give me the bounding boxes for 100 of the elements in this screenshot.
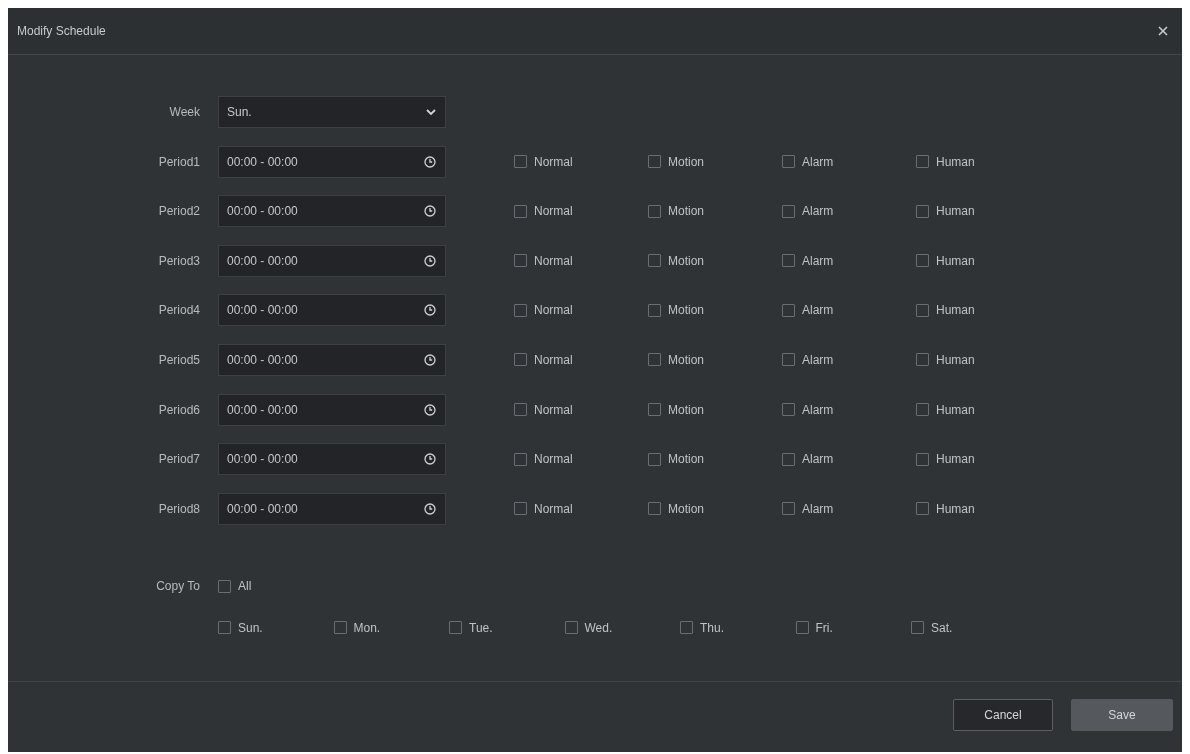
checkbox[interactable]	[916, 502, 929, 516]
checkbox[interactable]	[648, 353, 661, 367]
close-icon	[1158, 26, 1168, 36]
checkbox-label: Wed.	[584, 620, 613, 635]
checkbox-label: Human	[936, 501, 975, 516]
checkbox[interactable]	[449, 621, 462, 635]
checkbox-label: Human	[936, 352, 975, 367]
checkbox-label: Motion	[668, 452, 705, 467]
checkbox-label: Alarm	[802, 154, 834, 169]
checkbox-label: Alarm	[802, 303, 834, 318]
checkbox[interactable]	[916, 403, 929, 417]
checkbox[interactable]	[514, 155, 527, 169]
clock-icon	[424, 453, 436, 466]
checkbox-label: Fri.	[815, 620, 833, 635]
checkbox-label: Sat.	[931, 620, 953, 635]
week-dropdown[interactable]: Sun.	[218, 96, 446, 128]
checkbox-label: Alarm	[802, 452, 834, 467]
clock-icon	[424, 502, 436, 515]
checkbox[interactable]	[916, 204, 929, 218]
time-range-field[interactable]: 00:00 - 00:00	[218, 145, 446, 178]
checkbox-label: Motion	[668, 154, 705, 169]
checkbox[interactable]	[782, 303, 795, 317]
checkbox[interactable]	[514, 303, 527, 317]
checkbox[interactable]	[333, 621, 347, 635]
copy-to-label: Copy To	[155, 579, 200, 594]
time-range-field[interactable]: 00:00 - 00:00	[218, 294, 446, 327]
clock-icon	[424, 304, 436, 317]
checkbox[interactable]	[782, 254, 795, 268]
checkbox-label: Normal	[534, 501, 573, 516]
checkbox[interactable]	[648, 502, 661, 516]
checkbox[interactable]	[218, 621, 231, 635]
checkbox[interactable]	[514, 452, 527, 466]
checkbox-label: Motion	[668, 402, 705, 417]
clock-icon	[424, 353, 436, 366]
checkbox-label: Human	[936, 303, 975, 318]
dialog-title: Modify Schedule	[17, 24, 106, 38]
chevron-down-icon	[426, 109, 436, 115]
checkbox-label: Normal	[534, 303, 573, 318]
checkbox[interactable]	[680, 621, 693, 635]
cancel-button[interactable]: Cancel	[953, 699, 1053, 731]
checkbox-label: Human	[936, 452, 975, 467]
time-range-field[interactable]: 00:00 - 00:00	[218, 195, 446, 228]
checkbox-label: Motion	[668, 253, 705, 268]
checkbox[interactable]	[916, 303, 929, 317]
period-label: Period2	[157, 204, 200, 219]
checkbox-label: Thu.	[700, 620, 724, 635]
checkbox[interactable]	[648, 452, 661, 466]
checkbox[interactable]	[782, 502, 795, 516]
checkbox-label: Normal	[534, 204, 573, 219]
checkbox[interactable]	[916, 353, 929, 367]
checkbox[interactable]	[514, 353, 527, 367]
checkbox-label: Normal	[534, 352, 573, 367]
checkbox-label: Normal	[534, 402, 573, 417]
time-range-field[interactable]: 00:00 - 00:00	[218, 492, 446, 525]
checkbox[interactable]	[782, 452, 795, 466]
checkbox-label: Normal	[534, 154, 573, 169]
checkbox[interactable]	[514, 502, 527, 516]
checkbox[interactable]	[648, 303, 661, 317]
save-button[interactable]: Save	[1071, 699, 1173, 731]
checkbox[interactable]	[795, 621, 809, 635]
checkbox[interactable]	[782, 403, 795, 417]
checkbox-label: Motion	[668, 501, 705, 516]
period-label: Period8	[157, 501, 200, 516]
checkbox-label: Normal	[534, 452, 573, 467]
checkbox[interactable]	[782, 204, 795, 218]
checkbox-label: All	[238, 579, 252, 594]
checkbox-label: Normal	[534, 253, 573, 268]
checkbox-label: Alarm	[802, 204, 834, 219]
checkbox-label: Alarm	[802, 253, 834, 268]
checkbox-label: Mon.	[353, 620, 381, 635]
time-range-field[interactable]: 00:00 - 00:00	[218, 443, 446, 476]
week-label: Week	[168, 105, 200, 119]
period-label: Period4	[157, 303, 200, 318]
checkbox[interactable]	[514, 403, 527, 417]
checkbox[interactable]	[648, 254, 661, 268]
checkbox[interactable]	[564, 621, 578, 635]
checkbox[interactable]	[916, 254, 929, 268]
checkbox[interactable]	[911, 621, 924, 635]
period-label: Period3	[157, 253, 200, 268]
checkbox[interactable]	[514, 204, 527, 218]
checkbox[interactable]	[916, 155, 929, 169]
checkbox-label: Human	[936, 204, 975, 219]
checkbox[interactable]	[514, 254, 527, 268]
checkbox-label: Motion	[668, 303, 705, 318]
time-range-field[interactable]: 00:00 - 00:00	[218, 393, 446, 426]
time-range-field[interactable]: 00:00 - 00:00	[218, 244, 446, 277]
checkbox-label: Human	[936, 154, 975, 169]
time-range-field[interactable]: 00:00 - 00:00	[218, 343, 446, 376]
checkbox[interactable]	[218, 579, 231, 593]
checkbox[interactable]	[782, 155, 795, 169]
checkbox-label: Motion	[668, 204, 705, 219]
checkbox-label: Motion	[668, 352, 705, 367]
checkbox[interactable]	[648, 155, 661, 169]
checkbox-label: Sun.	[238, 620, 263, 635]
period-label: Period5	[157, 352, 200, 367]
checkbox[interactable]	[648, 403, 661, 417]
checkbox-label: Alarm	[802, 352, 834, 367]
checkbox[interactable]	[648, 204, 661, 218]
checkbox[interactable]	[782, 353, 795, 367]
checkbox[interactable]	[916, 452, 929, 466]
